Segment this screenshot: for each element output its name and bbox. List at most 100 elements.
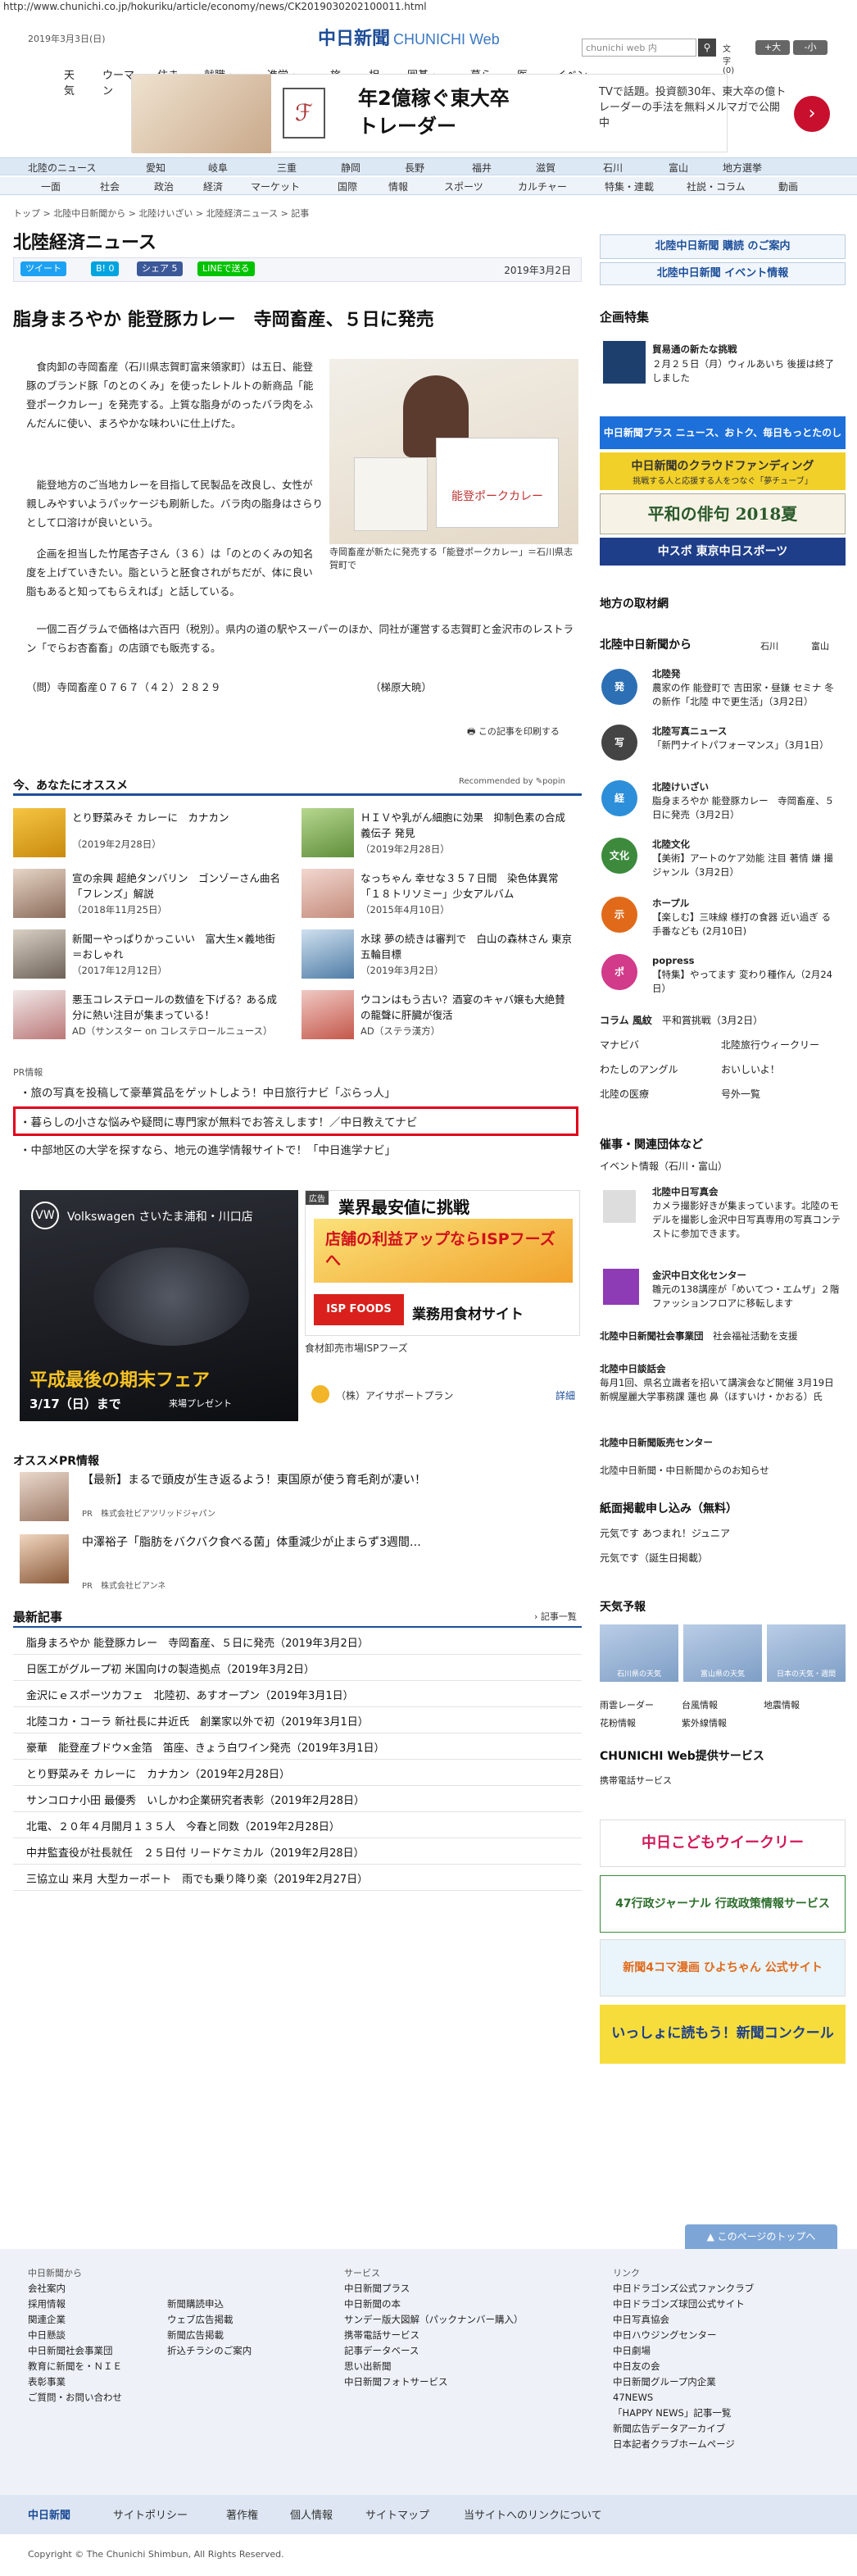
footer-link[interactable]: 新聞広告データアーカイブ — [613, 2421, 754, 2437]
footer-link[interactable]: 中日ハウジングセンター — [613, 2328, 754, 2343]
cat-shizuoka[interactable]: 静岡 — [341, 161, 360, 175]
kodomo-weekly-banner[interactable]: 中日こどもウイークリー — [600, 1820, 846, 1867]
cat-aichi[interactable]: 愛知 — [146, 161, 166, 175]
cat-nagano[interactable]: 長野 — [405, 161, 424, 175]
footer-link[interactable]: 折込チラシのご案内 — [167, 2343, 252, 2359]
footer-nav-link[interactable]: 当サイトへのリンクについて — [464, 2506, 602, 2522]
isp-sponsor[interactable]: （株）アイサポートプラン — [336, 1388, 453, 1402]
cat-sports[interactable]: スポーツ — [444, 179, 483, 193]
footer-link[interactable]: 表彰事業 — [28, 2374, 122, 2390]
cat-economy[interactable]: 経済 — [203, 179, 223, 193]
cat-fukui[interactable]: 福井 — [472, 161, 492, 175]
pickup-link[interactable]: 号外一覧 — [721, 1087, 844, 1101]
footer-logo[interactable]: 中日新聞 — [28, 2506, 70, 2522]
event-info-banner[interactable]: 北陸中日新聞 イベント情報 — [600, 262, 846, 285]
footer-nav-link[interactable]: 個人情報 — [290, 2506, 333, 2522]
event-item[interactable]: 金沢中日文化センター 雛元の138講座が「めいてつ・エムザ」２階ファッションフロア… — [652, 1269, 842, 1311]
volkswagen-ad[interactable]: VW Volkswagen さいたま浦和・川口店 平成最後の期末フェア 3/17… — [20, 1190, 298, 1421]
news-row[interactable]: 金沢にｅスポーツカフェ 北陸初、あすオープン（2019年3月1日） — [26, 1687, 567, 1702]
weather-link[interactable]: 花粉情報 — [600, 1716, 673, 1729]
news-row[interactable]: 北陸コカ・コーラ 新社長に井近氏 創業家以外で初（2019年3月1日） — [26, 1713, 567, 1729]
footer-link[interactable]: 思い出新聞 — [344, 2359, 524, 2374]
pickup-link[interactable]: マナビバ — [600, 1038, 714, 1052]
osusume-pr-item[interactable]: 【最新】まるで頭皮が生き返るよう！東国原が使う育毛剤が凄い！ PR 株式会社ビアツ… — [20, 1472, 577, 1521]
column-row[interactable]: コラム 風紋 平和賞挑戦（3月2日） — [600, 1013, 846, 1027]
weather-link[interactable]: 台風情報 — [682, 1698, 755, 1711]
footer-nav-link[interactable]: サイトマップ — [365, 2506, 429, 2522]
footer-link[interactable]: 47NEWS — [613, 2390, 754, 2406]
news-row[interactable]: 日医工がグループ初 米国向けの製造拠点（2019年3月2日） — [26, 1661, 567, 1676]
newspaper-concours-banner[interactable]: いっしょに読もう！新聞コンクール — [600, 2005, 846, 2064]
news-row[interactable]: サンコロナ小田 最優秀 いしかわ企業研究者表彰（2019年2月28日） — [26, 1792, 567, 1807]
event-item[interactable]: 北陸中日新聞社会事業団 社会福祉活動を支援 — [600, 1329, 846, 1343]
pickup-link[interactable]: 北陸旅行ウィークリー — [721, 1038, 844, 1052]
search-icon[interactable]: ⚲ — [698, 39, 716, 57]
news-row[interactable]: 三協立山 来月 大型カーポート 雨でも乗り降り楽（2019年2月27日） — [26, 1870, 567, 1886]
search-input[interactable]: chunichi web 内 — [582, 39, 696, 57]
gyosei-journal-banner[interactable]: 47行政ジャーナル 行政政策情報サービス — [600, 1875, 846, 1933]
cat-front[interactable]: 一面 — [41, 179, 61, 193]
cat-editorial[interactable]: 社説・コラム — [687, 179, 746, 193]
breadcrumb[interactable]: トップ > 北陸中日新聞から > 北陸けいざい > 北陸経済ニュース > 記事 — [13, 207, 309, 220]
weather-japan-tile[interactable]: 日本の天気・週間 — [767, 1624, 846, 1682]
cat-election[interactable]: 地方選挙 — [723, 161, 762, 175]
footer-link[interactable]: ご質問・お問い合わせ — [28, 2390, 122, 2406]
popin-credit[interactable]: Recommended by ✎popin — [459, 777, 565, 786]
font-down-button[interactable]: -小 — [793, 40, 828, 55]
hokuriku-item[interactable]: ホープル 【楽しむ】三味線 様打の食器 近い過ぎ る 手番なども (2月10日) — [652, 897, 842, 938]
chunichi-plus-banner[interactable]: 中日新聞プラス ニュース、おトク、毎日もっとたのしく — [600, 416, 846, 471]
font-up-button[interactable]: +大 — [755, 40, 790, 55]
footer-link[interactable]: 会社案内 — [28, 2281, 122, 2297]
ad-arrow-icon[interactable]: › — [794, 96, 830, 132]
isp-detail-link[interactable]: 詳細 — [555, 1388, 575, 1402]
footer-link[interactable]: 中日ドラゴンズ公式ファンクラブ — [613, 2281, 754, 2297]
osusume-pr-item[interactable]: 中澤裕子「脂肪をバクバク食べる菌」体重減少が止まらず3週間… PR 株式会社ビアン… — [20, 1534, 577, 1591]
footer-nav-link[interactable]: サイトポリシー — [113, 2506, 188, 2522]
footer-link[interactable]: 中日新聞フォトサービス — [344, 2374, 524, 2390]
cat-ishikawa[interactable]: 石川 — [603, 161, 623, 175]
cat-series[interactable]: 特集・連載 — [605, 179, 654, 193]
footer-link[interactable]: 中日新聞の本 — [344, 2297, 524, 2312]
nav-weather[interactable]: 天気 — [64, 66, 80, 98]
hokuriku-toyama-link[interactable]: 富山 — [811, 639, 829, 652]
news-row[interactable]: 脂身まろやか 能登豚カレー 寺岡畜産、５日に発売（2019年3月2日） — [26, 1634, 567, 1650]
event-item[interactable]: 北陸中日新聞販売センター — [600, 1436, 846, 1450]
weather-toyama-tile[interactable]: 富山県の天気 — [683, 1624, 762, 1682]
facebook-share-button[interactable]: シェア 5 — [137, 261, 183, 276]
event-item[interactable]: 北陸中日談話会 毎月1回、県名立識者を招いて講演会など開催 3月19日 新幌屋麗大… — [600, 1362, 846, 1404]
footer-link[interactable]: 中日劇場 — [613, 2343, 754, 2359]
hokuriku-item[interactable]: 北陸発 農家の作 能登町で 吉田家・昼鎌 セミナ 冬の新作「北陸 中で更生活」（3… — [652, 667, 842, 709]
cat-gifu[interactable]: 岐阜 — [208, 161, 228, 175]
cat-video[interactable]: 動画 — [778, 179, 798, 193]
haiku-banner[interactable]: 平和の俳句 2018夏 — [600, 493, 846, 534]
cat-shiga[interactable]: 滋賀 — [536, 161, 555, 175]
footer-link[interactable]: 新聞購読申込 — [167, 2297, 252, 2312]
footer-link[interactable]: 「HAPPY NEWS」記事一覧 — [613, 2406, 754, 2421]
pr-link-highlighted[interactable]: ・暮らしの小さな悩みや疑問に専門家が無料でお答えします！／中日教えてナビ — [20, 1113, 417, 1129]
footer-link[interactable]: 中日新聞プラス — [344, 2281, 524, 2297]
weather-ishikawa-tile[interactable]: 石川県の天気 — [600, 1624, 678, 1682]
pr-link[interactable]: ・中部地区の大学を探すなら、地元の進学情報サイトで！「中日進学ナビ」 — [20, 1141, 396, 1157]
footer-link[interactable]: 中日新聞社会事業団 — [28, 2343, 122, 2359]
hiyochan-banner[interactable]: 新聞4コマ漫画 ひよちゃん 公式サイト — [600, 1939, 846, 1997]
footer-link[interactable]: サンデー版大図解（パックナンバー購入） — [344, 2312, 524, 2328]
recommend-item[interactable]: 悪玉コレステロールの数値を下げる？ある成分に熱い注目が集まっている！ AD（サンス… — [13, 990, 292, 1043]
page-top-button[interactable]: ▲ このページのトップへ — [685, 2224, 837, 2249]
nav-woman[interactable]: ウーマン — [102, 66, 135, 98]
footer-link[interactable]: 中日懸談 — [28, 2328, 122, 2343]
hokuriku-ishikawa-link[interactable]: 石川 — [760, 639, 778, 652]
line-share-button[interactable]: LINEで送る — [197, 261, 255, 276]
cat-market[interactable]: マーケット — [251, 179, 300, 193]
pickup-link[interactable]: 北陸の医療 — [600, 1087, 714, 1101]
cat-culture[interactable]: カルチャー — [518, 179, 567, 193]
weather-link[interactable]: 地震情報 — [764, 1698, 837, 1711]
hokuriku-item[interactable]: 北陸写真ニュース 「新門ナイトパフォーマンス」（3月1日） — [652, 725, 842, 752]
cat-society[interactable]: 社会 — [100, 179, 120, 193]
recommend-item[interactable]: 新聞ーやっぱりかっこいい 富大生×義地街＝おしゃれ （2017年12月12日） — [13, 929, 292, 982]
hokuriku-item[interactable]: 北陸けいざい 脂身まろやか 能登豚カレー 寺岡畜産、５日に発売（3月2日） — [652, 780, 842, 822]
top-ad-banner[interactable]: ℱ 年2億稼ぐ東大卒 トレーダー TVで話題。投資额30年、東大卒の億トレーダーの… — [131, 74, 830, 153]
news-row[interactable]: 中井監査役が社長就任 ２５日付 リードケミカル（2019年2月28日） — [26, 1844, 567, 1860]
cat-world[interactable]: 国際 — [338, 179, 357, 193]
footer-link[interactable]: 新聞広告掲載 — [167, 2328, 252, 2343]
footer-link[interactable]: 教育に新聞を・ＮＩＥ — [28, 2359, 122, 2374]
